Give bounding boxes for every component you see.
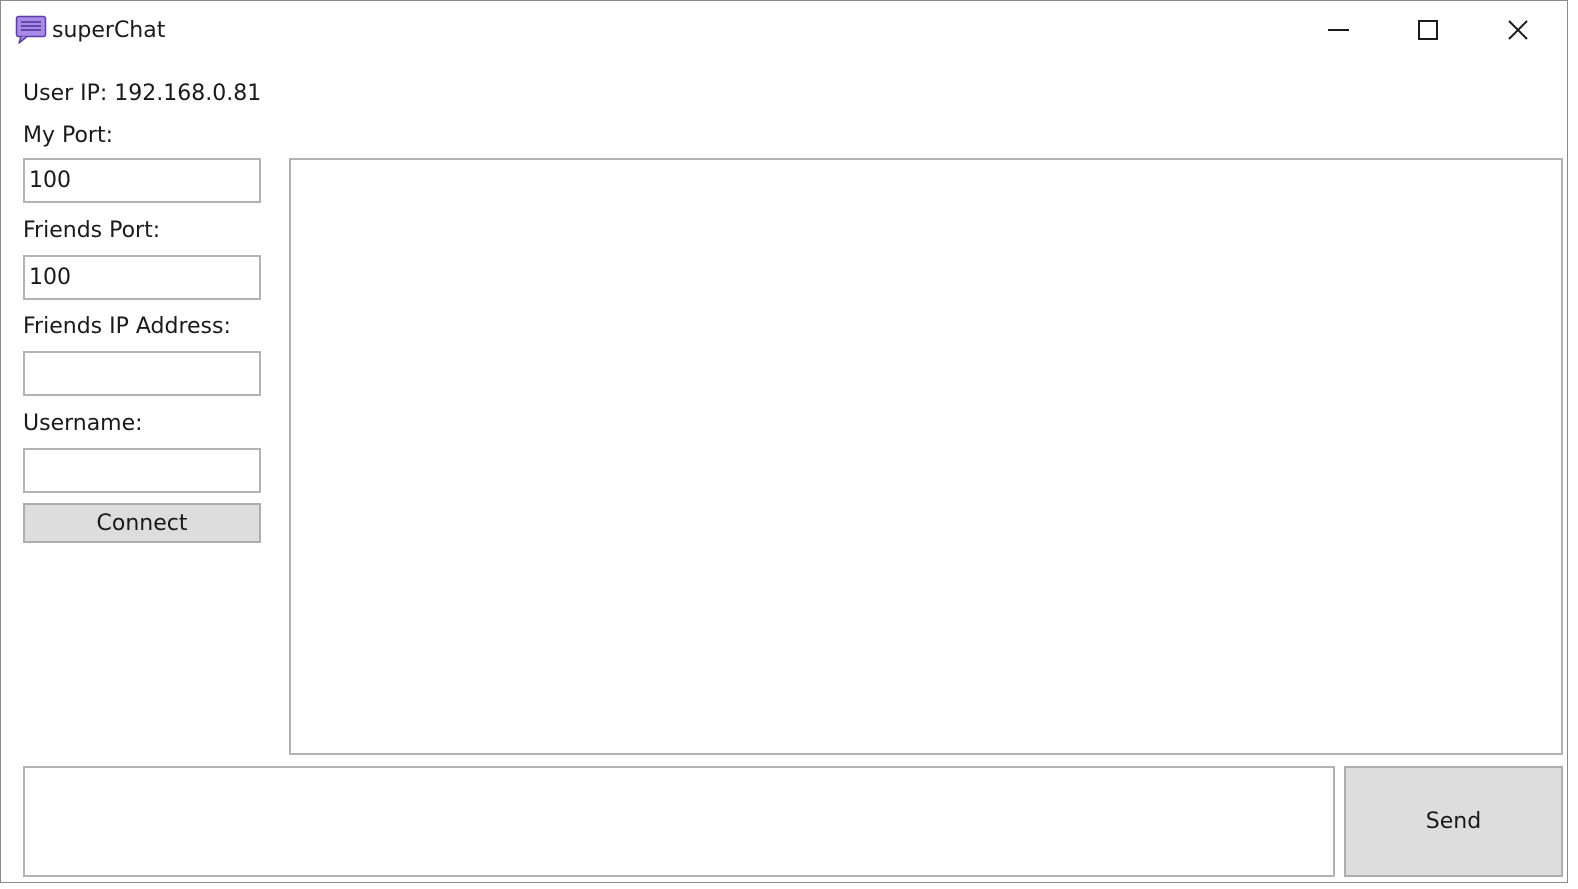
maximize-button[interactable] bbox=[1383, 1, 1473, 59]
my-port-input[interactable] bbox=[23, 158, 261, 203]
friends-port-input[interactable] bbox=[23, 255, 261, 300]
friends-port-label: Friends Port: bbox=[23, 218, 161, 243]
user-ip-label: User IP: 192.168.0.81 bbox=[23, 81, 262, 106]
title-bar[interactable]: superChat bbox=[1, 1, 1567, 59]
username-input[interactable] bbox=[23, 448, 261, 493]
message-input[interactable] bbox=[23, 766, 1335, 877]
friends-ip-input[interactable] bbox=[23, 351, 261, 396]
app-window: superChat User IP: 192.168.0.81 My Port:… bbox=[0, 0, 1568, 883]
friends-ip-label: Friends IP Address: bbox=[23, 314, 231, 339]
minimize-button[interactable] bbox=[1293, 1, 1383, 59]
window-title: superChat bbox=[52, 18, 166, 43]
send-button[interactable]: Send bbox=[1344, 766, 1563, 877]
my-port-label: My Port: bbox=[23, 123, 114, 148]
close-button[interactable] bbox=[1473, 1, 1563, 59]
username-label: Username: bbox=[23, 411, 143, 436]
chat-bubble-icon bbox=[15, 15, 47, 45]
chat-log[interactable] bbox=[289, 158, 1563, 755]
connect-button[interactable]: Connect bbox=[23, 503, 261, 543]
